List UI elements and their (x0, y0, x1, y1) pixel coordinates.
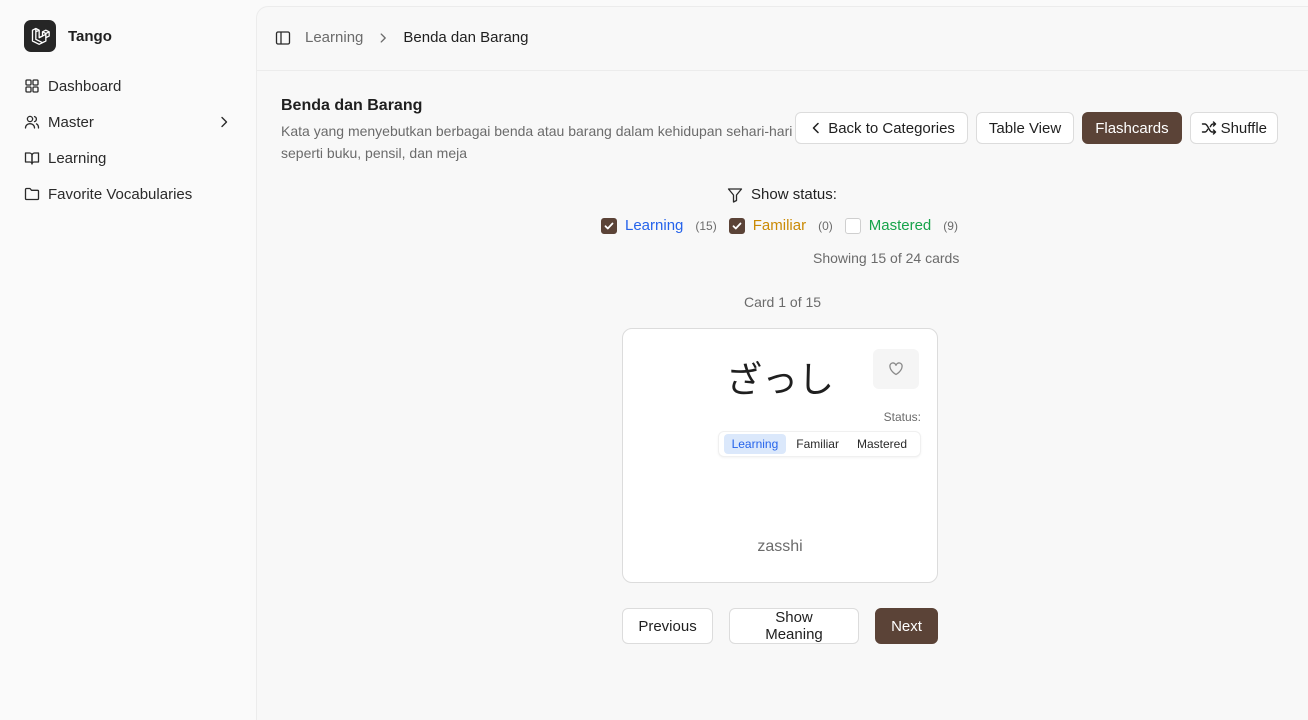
breadcrumb-current: Benda dan Barang (403, 29, 529, 46)
show-meaning-button[interactable]: Show Meaning (729, 608, 859, 644)
sidebar-item-master[interactable]: Master (16, 104, 240, 140)
status-label: Status: (883, 410, 921, 424)
previous-button[interactable]: Previous (622, 608, 713, 644)
topbar: Learning Benda dan Barang (257, 7, 1308, 71)
page-description: Kata yang menyebutkan berbagai benda ata… (281, 123, 793, 161)
sidebar-item-label: Dashboard (48, 77, 122, 95)
filter-familiar[interactable]: Familiar (0) (728, 217, 833, 234)
breadcrumb: Learning Benda dan Barang (305, 29, 529, 46)
card-romaji: zasshi (757, 538, 803, 555)
showing-count: Showing 15 of 24 cards (813, 250, 960, 266)
folder-icon (24, 186, 40, 202)
shuffle-button[interactable]: Shuffle (1189, 112, 1278, 144)
favorite-button[interactable] (873, 349, 919, 389)
filter-title: Show status: (727, 186, 837, 203)
filter-title-label: Show status: (751, 186, 837, 203)
filter-learning-label: Learning (625, 217, 684, 234)
heart-icon (888, 361, 904, 377)
sidebar-item-dashboard[interactable]: Dashboard (16, 68, 240, 104)
table-view-button[interactable]: Table View (975, 112, 1075, 144)
filter-mastered-label: Mastered (868, 217, 932, 234)
flashcards-button[interactable]: Flashcards (1082, 112, 1182, 144)
checkbox-learning[interactable] (601, 217, 617, 234)
sidebar: Tango Dashboard Master Learning Favorite… (0, 0, 256, 720)
checkbox-familiar[interactable] (728, 217, 745, 234)
filter-mastered-count: (9) (943, 218, 958, 233)
page-title: Benda dan Barang (281, 97, 423, 114)
chevron-left-icon (808, 120, 824, 136)
app-name: Tango (68, 27, 112, 45)
card-navigation: Previous Show Meaning Next (622, 608, 938, 644)
filter-mastered[interactable]: Mastered (9) (844, 217, 958, 234)
sidebar-item-learning[interactable]: Learning (16, 140, 240, 176)
sidebar-toggle-icon[interactable] (275, 30, 291, 46)
flashcard[interactable]: ざっし Status: Learning Familiar Mastered z… (622, 328, 938, 583)
sidebar-item-label: Learning (48, 149, 107, 167)
filter-learning-count: (15) (695, 218, 717, 233)
shuffle-icon (1201, 120, 1217, 136)
page-header: Benda dan Barang Kata yang menyebutkan b… (281, 97, 821, 164)
app-root: Tango Dashboard Master Learning Favorite… (0, 0, 1308, 720)
breadcrumb-learning[interactable]: Learning (305, 29, 363, 46)
users-icon (24, 114, 40, 130)
status-filters: Learning (15) Familiar (0) Mastered (9) (601, 217, 970, 234)
grid-icon (24, 78, 40, 94)
sidebar-nav: Dashboard Master Learning Favorite Vocab… (16, 68, 240, 212)
filter-familiar-count: (0) (818, 218, 833, 233)
main-panel: Learning Benda dan Barang Benda dan Bara… (256, 6, 1308, 720)
filter-icon (727, 187, 743, 203)
back-label: Back to Categories (828, 119, 955, 137)
page-actions: Back to Categories Table View Flashcards… (795, 112, 1278, 144)
checkbox-mastered[interactable] (844, 217, 861, 234)
back-to-categories-button[interactable]: Back to Categories (795, 112, 968, 144)
status-selector: Learning Familiar Mastered (717, 431, 921, 457)
brand[interactable]: Tango (24, 20, 112, 52)
shuffle-label: Shuffle (1220, 119, 1267, 137)
laravel-logo-icon (24, 20, 56, 52)
filter-learning[interactable]: Learning (15) (601, 217, 717, 234)
status-option-familiar[interactable]: Familiar (788, 434, 847, 454)
status-option-learning[interactable]: Learning (723, 434, 787, 454)
chevron-right-icon (216, 114, 232, 130)
next-button[interactable]: Next (875, 608, 938, 644)
sidebar-item-label: Favorite Vocabularies (48, 185, 193, 203)
chevron-right-icon (376, 31, 390, 45)
sidebar-item-label: Master (48, 113, 94, 131)
card-counter: Card 1 of 15 (744, 294, 822, 310)
status-option-mastered[interactable]: Mastered (849, 434, 915, 454)
book-icon (24, 150, 40, 166)
sidebar-item-favorite-vocabularies[interactable]: Favorite Vocabularies (16, 176, 240, 212)
filter-familiar-label: Familiar (752, 217, 807, 234)
